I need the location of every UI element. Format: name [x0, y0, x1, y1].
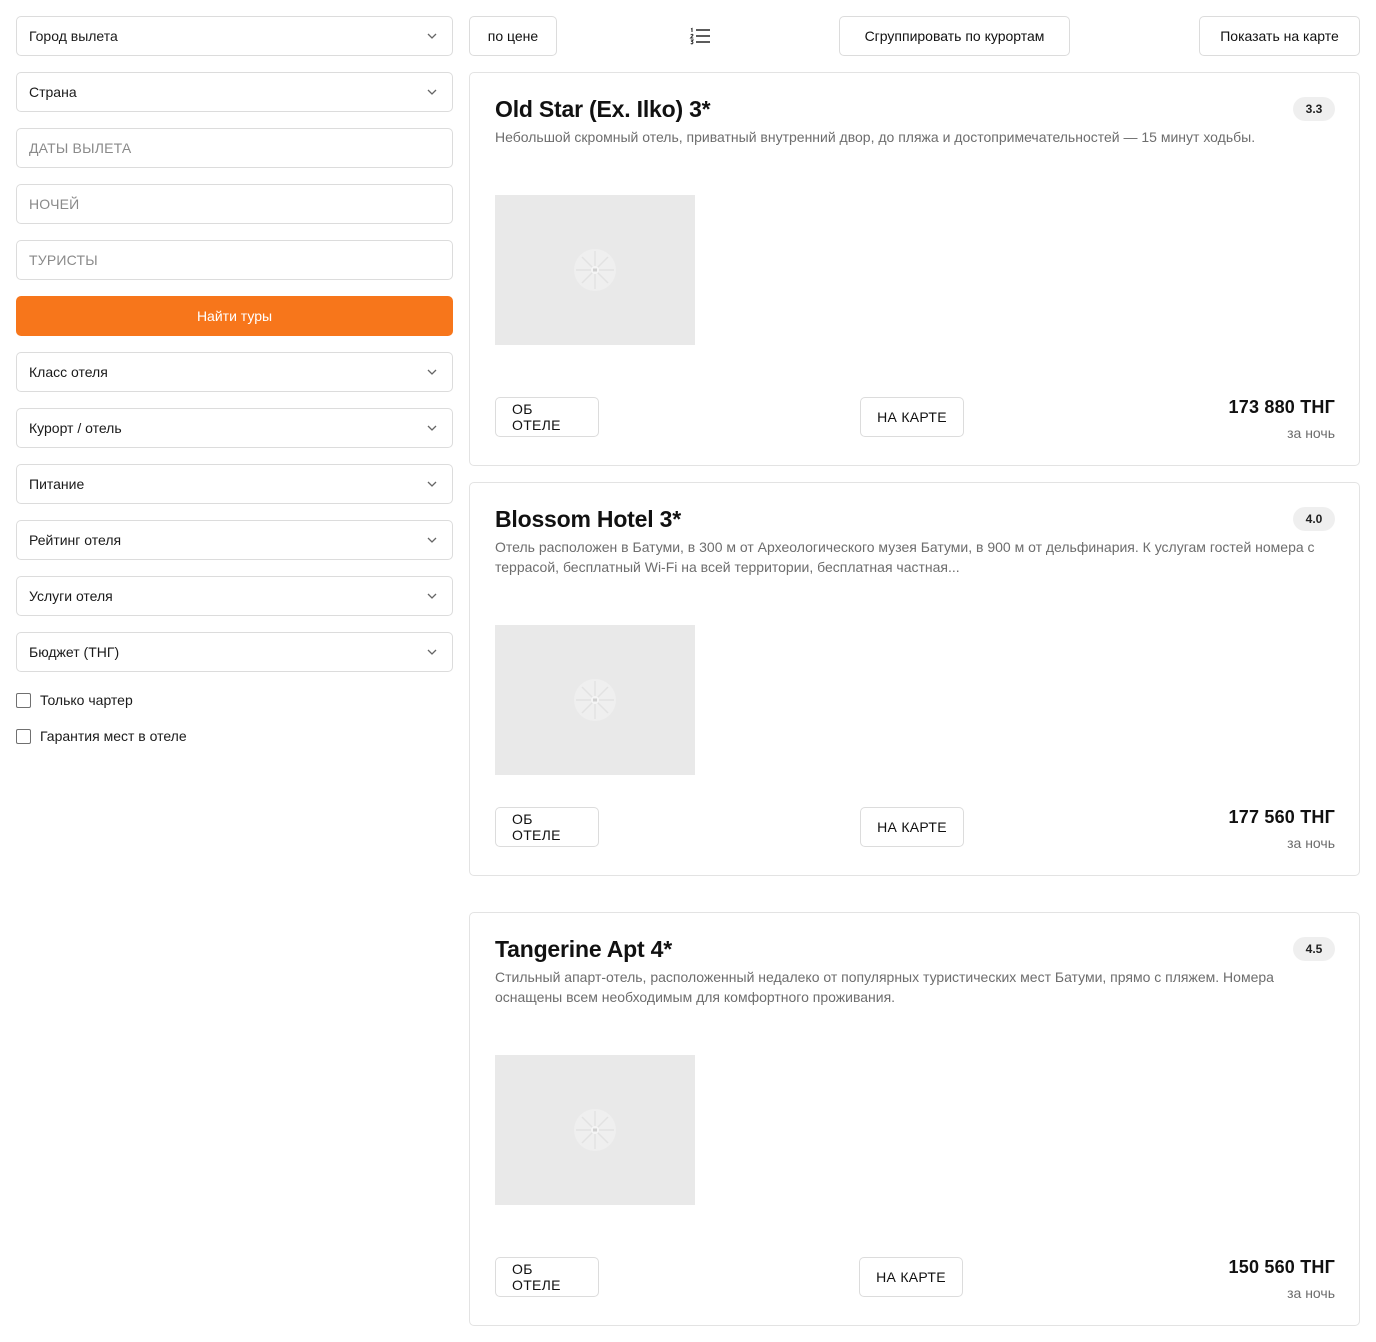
- rating-badge: 4.5: [1293, 937, 1335, 961]
- hotel-services-select[interactable]: Услуги отеля: [16, 576, 453, 616]
- rating-badge: 3.3: [1293, 97, 1335, 121]
- meals-label: Питание: [29, 476, 85, 492]
- price-unit: за ночь: [1287, 835, 1335, 851]
- about-hotel-button[interactable]: ОБ ОТЕЛЕ: [495, 807, 599, 847]
- charter-only-checkbox[interactable]: [16, 692, 31, 708]
- tourists-input[interactable]: ТУРИСТЫ: [16, 240, 453, 280]
- price-unit: за ночь: [1287, 1285, 1335, 1301]
- budget-label: Бюджет (ТНГ): [29, 644, 120, 660]
- about-hotel-button[interactable]: ОБ ОТЕЛЕ: [495, 1257, 599, 1297]
- country-label: Страна: [29, 84, 77, 100]
- hotel-rating-label: Рейтинг отеля: [29, 532, 122, 548]
- departure-dates-placeholder: ДАТЫ ВЫЛЕТА: [29, 140, 132, 156]
- tourists-placeholder: ТУРИСТЫ: [29, 252, 98, 268]
- price-block: 173 880 ТНГ за ночь: [1229, 397, 1335, 441]
- meals-select[interactable]: Питание: [16, 464, 453, 504]
- hotel-services-label: Услуги отеля: [29, 588, 113, 604]
- hotel-name[interactable]: Blossom Hotel 3*: [495, 506, 681, 533]
- hotel-photo-placeholder[interactable]: [495, 625, 695, 775]
- hotel-card: Blossom Hotel 3* 4.0 Отель расположен в …: [469, 482, 1360, 876]
- nights-input[interactable]: НОЧЕЙ: [16, 184, 453, 224]
- price-block: 150 560 ТНГ за ночь: [1229, 1257, 1335, 1301]
- hotel-description: Небольшой скромный отель, приватный внут…: [495, 129, 1256, 145]
- hotel-rating-select[interactable]: Рейтинг отеля: [16, 520, 453, 560]
- about-hotel-button[interactable]: ОБ ОТЕЛЕ: [495, 397, 599, 437]
- results-toolbar: по цене Сгруппировать по курортам Показа…: [469, 16, 1360, 56]
- departure-city-label: Город вылета: [29, 28, 118, 44]
- nights-placeholder: НОЧЕЙ: [29, 196, 80, 212]
- price-amount: 150 560 ТНГ: [1228, 1257, 1335, 1277]
- sort-by-price-button[interactable]: по цене: [469, 16, 557, 56]
- search-filters-sidebar: Город вылета Страна ДАТЫ ВЫЛЕТА НОЧЕЙ ТУ…: [16, 16, 453, 762]
- find-tours-button[interactable]: Найти туры: [16, 296, 453, 336]
- chevron-down-icon: [427, 537, 437, 543]
- price-amount: 177 560 ТНГ: [1228, 807, 1335, 827]
- guaranteed-rooms-checkbox[interactable]: [16, 728, 31, 744]
- show-on-map-button[interactable]: Показать на карте: [1199, 16, 1360, 56]
- budget-select[interactable]: Бюджет (ТНГ): [16, 632, 453, 672]
- group-by-resorts-button[interactable]: Сгруппировать по курортам: [839, 16, 1070, 56]
- hotel-class-label: Класс отеля: [29, 364, 108, 380]
- hotel-name[interactable]: Tangerine Apt 4*: [495, 936, 672, 963]
- on-map-button[interactable]: НА КАРТЕ: [859, 1257, 963, 1297]
- departure-dates-input[interactable]: ДАТЫ ВЫЛЕТА: [16, 128, 453, 168]
- list-icon: [689, 27, 710, 45]
- hotel-card: Old Star (Ex. Ilko) 3* 3.3 Небольшой скр…: [469, 72, 1360, 466]
- charter-only-label: Только чартер: [40, 692, 133, 708]
- chevron-down-icon: [427, 89, 437, 95]
- guaranteed-rooms-label: Гарантия мест в отеле: [40, 728, 187, 744]
- list-view-button[interactable]: [687, 16, 713, 56]
- resort-hotel-label: Курорт / отель: [29, 420, 122, 436]
- chevron-down-icon: [427, 649, 437, 655]
- hotel-photo-placeholder[interactable]: [495, 195, 695, 345]
- chevron-down-icon: [427, 425, 437, 431]
- on-map-button[interactable]: НА КАРТЕ: [860, 807, 964, 847]
- image-loading-icon: [574, 249, 616, 291]
- chevron-down-icon: [427, 481, 437, 487]
- hotel-photo-placeholder[interactable]: [495, 1055, 695, 1205]
- price-amount: 173 880 ТНГ: [1228, 397, 1335, 417]
- price-block: 177 560 ТНГ за ночь: [1229, 807, 1335, 851]
- hotel-name[interactable]: Old Star (Ex. Ilko) 3*: [495, 96, 711, 123]
- guaranteed-rooms-checkbox-row[interactable]: Гарантия мест в отеле: [16, 726, 453, 746]
- chevron-down-icon: [427, 33, 437, 39]
- resort-hotel-select[interactable]: Курорт / отель: [16, 408, 453, 448]
- hotel-description: Отель расположен в Батуми, в 300 м от Ар…: [495, 539, 1315, 575]
- on-map-button[interactable]: НА КАРТЕ: [860, 397, 964, 437]
- charter-only-checkbox-row[interactable]: Только чартер: [16, 690, 453, 710]
- hotel-class-select[interactable]: Класс отеля: [16, 352, 453, 392]
- chevron-down-icon: [427, 593, 437, 599]
- departure-city-select[interactable]: Город вылета: [16, 16, 453, 56]
- image-loading-icon: [574, 1109, 616, 1151]
- rating-badge: 4.0: [1293, 507, 1335, 531]
- hotel-card: Tangerine Apt 4* 4.5 Стильный апарт-отел…: [469, 912, 1360, 1326]
- chevron-down-icon: [427, 369, 437, 375]
- price-unit: за ночь: [1287, 425, 1335, 441]
- image-loading-icon: [574, 679, 616, 721]
- hotel-description: Стильный апарт-отель, расположенный неда…: [495, 969, 1274, 1005]
- country-select[interactable]: Страна: [16, 72, 453, 112]
